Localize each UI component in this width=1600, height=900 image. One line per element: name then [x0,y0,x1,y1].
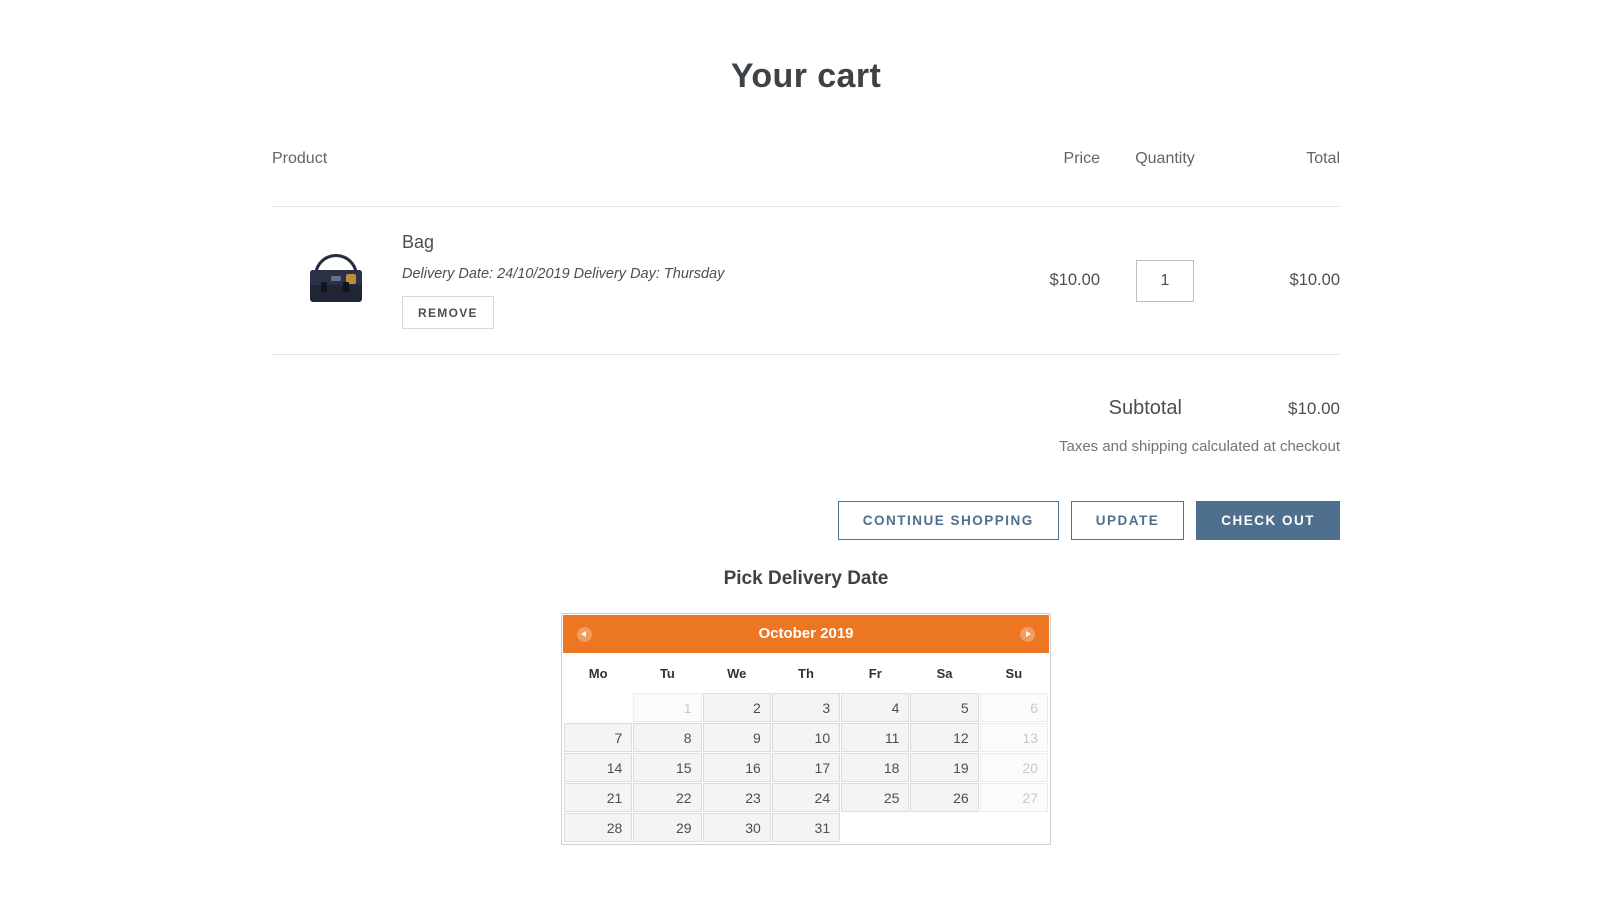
calendar-week-row: 21 22 23 24 25 26 27 [564,783,1048,812]
product-thumbnail[interactable] [272,253,400,302]
calendar-day[interactable]: 9 [702,723,771,752]
pick-delivery-date-title: Pick Delivery Date [723,568,889,589]
calendar-weekday-we: We [702,654,771,692]
calendar-weekday-head: Mo Tu We Th Fr Sa Su [564,654,1048,692]
calendar-weekday-th: Th [771,654,841,692]
bag-buckle-left [321,281,327,292]
calendar-day[interactable]: 7 [564,723,633,752]
calendar-day[interactable]: 26 [910,783,979,812]
product-name[interactable]: Bag [402,232,940,253]
column-header-price: Price [1063,150,1100,167]
cart-table-header: Product Price Quantity Total [272,150,1340,207]
calendar-day[interactable]: 23 [702,783,771,812]
calendar-cell-empty [841,813,910,842]
subtotal-value: $10.00 [1288,399,1340,418]
calendar-day[interactable]: 19 [910,753,979,782]
bag-buckle-right [343,281,349,292]
page-title: Your cart [730,56,882,95]
calendar-body: 1 2 3 4 5 6 7 8 9 10 11 12 13 14 15 16 17 18 19 20 21 22 23 24 2… [564,693,1048,842]
product-price: $10.00 [1049,271,1100,289]
calendar-day[interactable]: 28 [564,813,633,842]
calendar-day[interactable]: 24 [771,783,841,812]
calendar-week-row: 28 29 30 31 [564,813,1048,842]
calendar-grid: Mo Tu We Th Fr Sa Su 1 2 3 4 5 6 7 8 9 10 11 12 13 14 15 16 17… [563,653,1049,843]
calendar-day-disabled: 20 [979,753,1048,782]
calendar-day-disabled: 27 [979,783,1048,812]
calendar-day[interactable]: 10 [771,723,841,752]
calendar-header: October 2019 [563,615,1049,653]
calendar-cell-empty [910,813,979,842]
remove-button[interactable]: REMOVE [402,296,494,329]
calendar-day[interactable]: 11 [841,723,910,752]
calendar-day[interactable]: 29 [633,813,702,842]
calendar-day[interactable]: 5 [910,693,979,722]
product-info: Bag Delivery Date: 24/10/2019 Delivery D… [400,232,940,329]
calendar-month-label: October 2019 [758,625,854,642]
cart-actions: CONTINUE SHOPPING UPDATE CHECK OUT [272,501,1340,540]
calendar-day-disabled: 13 [979,723,1048,752]
calendar-day-disabled: 6 [979,693,1048,722]
calendar-week-row: 123456 [564,693,1048,722]
calendar-day[interactable]: 15 [633,753,702,782]
calendar-day[interactable]: 22 [633,783,702,812]
calendar-day[interactable]: 21 [564,783,633,812]
column-header-quantity: Quantity [1135,150,1195,167]
next-arrow-glyph [1026,631,1031,637]
cart-summary: Subtotal $10.00 Taxes and shipping calcu… [272,397,1340,455]
calendar-day[interactable]: 4 [841,693,910,722]
calendar-weekday-su: Su [979,654,1048,692]
cart-page: Your cart Product Price Quantity Total B… [0,0,1600,900]
bag-logo [331,275,341,281]
calendar-weekday-fr: Fr [841,654,910,692]
chevron-left-icon[interactable] [577,627,592,642]
calendar-day-disabled: 1 [633,693,702,722]
product-line-total: $10.00 [1289,271,1340,289]
calendar-weekday-mo: Mo [564,654,633,692]
calendar-day[interactable]: 3 [771,693,841,722]
product-delivery-meta: Delivery Date: 24/10/2019 Delivery Day: … [402,266,725,282]
bag-icon [310,253,362,302]
calendar-cell-empty [979,813,1048,842]
calendar-day[interactable]: 18 [841,753,910,782]
subtotal-label: Subtotal [1108,397,1182,419]
calendar-day[interactable]: 31 [771,813,841,842]
delivery-date-calendar: October 2019 Mo Tu We Th Fr Sa Su 1 2 3 4 5 6 7 8 9 10 1… [561,613,1051,845]
column-header-product: Product [272,150,328,167]
quantity-input[interactable] [1136,259,1194,302]
subtotal-row: Subtotal $10.00 [272,397,1340,420]
quantity-cell [1100,259,1230,302]
cart-item-cell: Bag Delivery Date: 24/10/2019 Delivery D… [272,232,940,329]
calendar-weekday-row: Mo Tu We Th Fr Sa Su [564,654,1048,692]
calendar-weekday-tu: Tu [633,654,702,692]
calendar-day[interactable]: 16 [702,753,771,782]
check-out-button[interactable]: CHECK OUT [1196,501,1340,540]
calendar-day[interactable]: 8 [633,723,702,752]
table-row: Bag Delivery Date: 24/10/2019 Delivery D… [272,207,1340,355]
continue-shopping-button[interactable]: CONTINUE SHOPPING [837,501,1059,540]
tax-shipping-note: Taxes and shipping calculated at checkou… [1058,438,1340,455]
chevron-right-icon[interactable] [1020,627,1035,642]
calendar-day[interactable]: 30 [702,813,771,842]
calendar-day[interactable]: 12 [910,723,979,752]
calendar-weekday-sa: Sa [910,654,979,692]
calendar-day[interactable]: 17 [771,753,841,782]
update-button[interactable]: UPDATE [1070,501,1185,540]
calendar-week-row: 7 8 9 10 11 12 13 [564,723,1048,752]
calendar-day[interactable]: 14 [564,753,633,782]
column-header-total: Total [1306,150,1340,167]
calendar-cell-empty [564,693,633,722]
calendar-day[interactable]: 25 [841,783,910,812]
cart-table: Product Price Quantity Total Bag Deliver… [272,150,1340,540]
calendar-day[interactable]: 2 [702,693,771,722]
calendar-week-row: 14 15 16 17 18 19 20 [564,753,1048,782]
prev-arrow-glyph [581,631,586,637]
